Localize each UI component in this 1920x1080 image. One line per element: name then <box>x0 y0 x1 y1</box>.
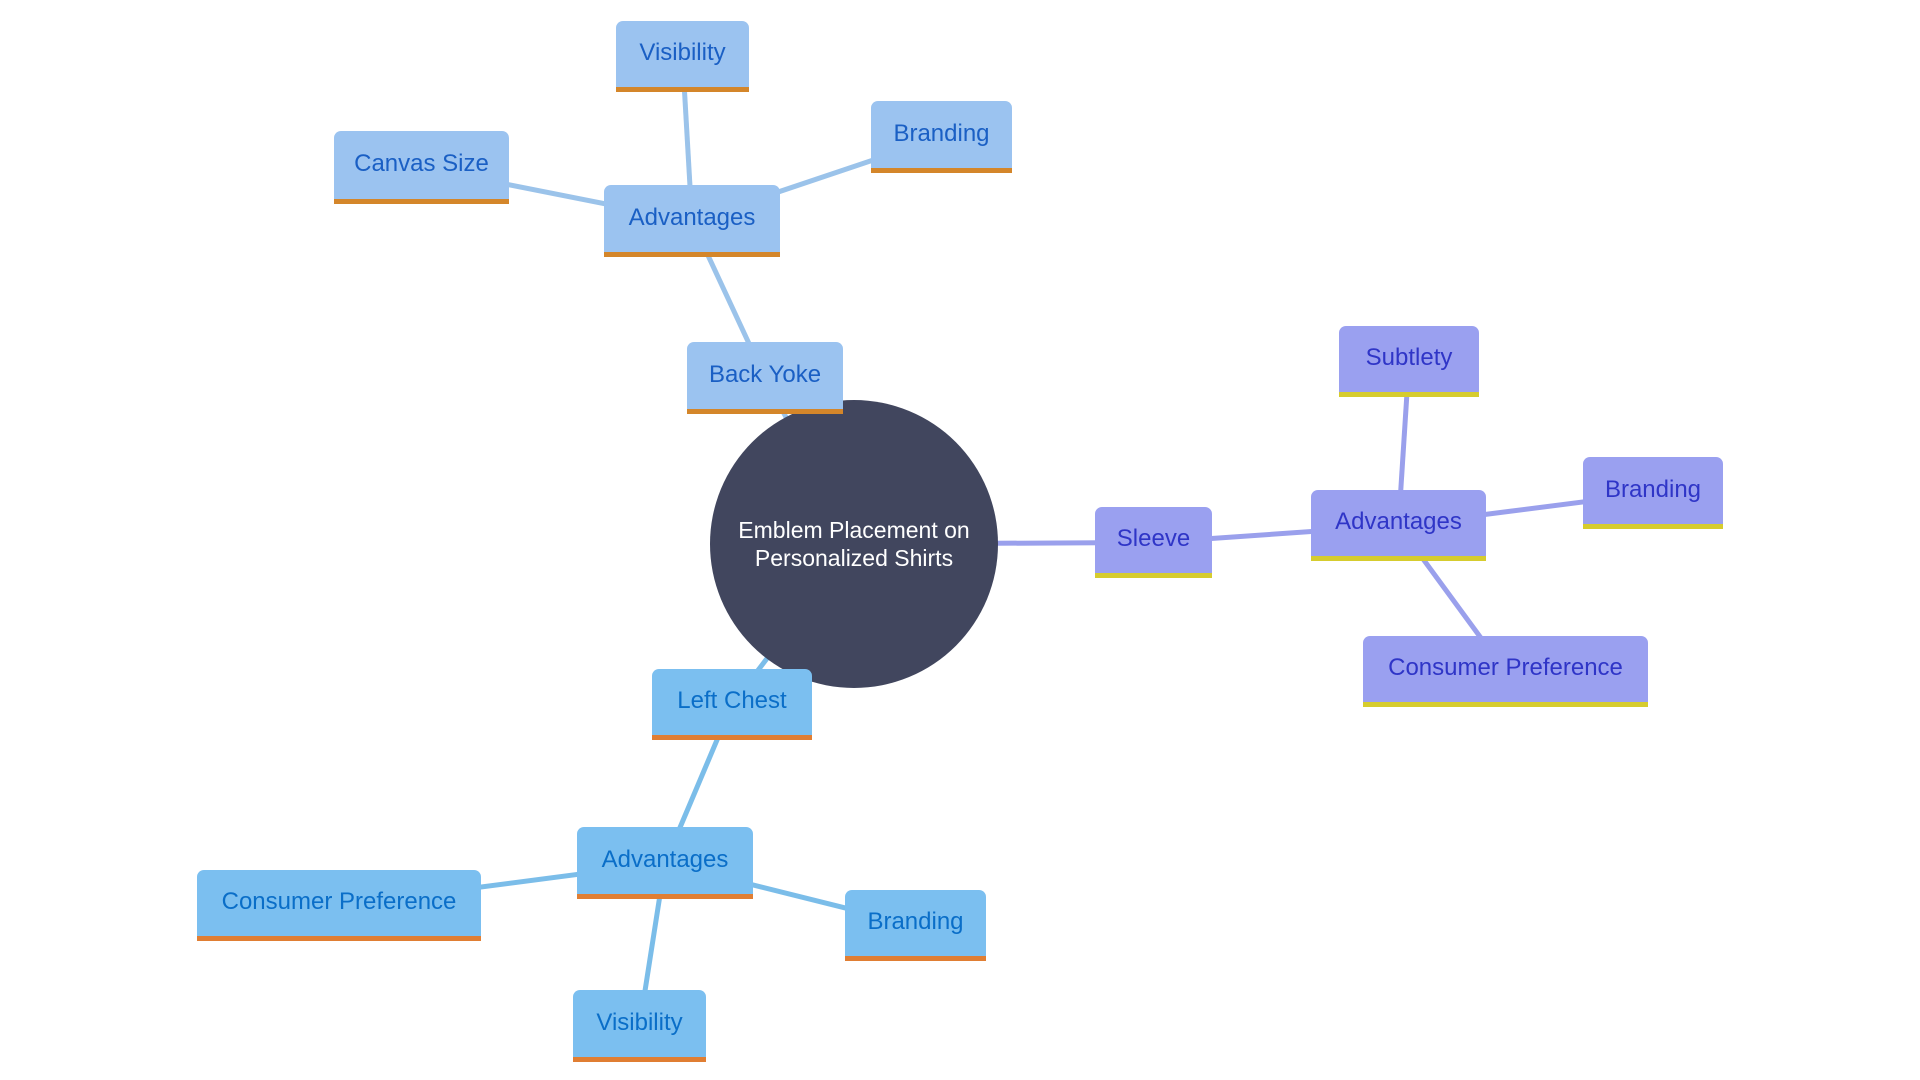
node-label: Advantages <box>628 203 756 231</box>
node-label: Visibility <box>639 39 726 66</box>
node-label: Consumer Preference <box>221 888 457 915</box>
node-left-chest-consumer-preference[interactable]: Consumer Preference <box>197 870 481 941</box>
node-label: Subtlety <box>1365 344 1453 371</box>
node-left-chest-advantages[interactable]: Advantages <box>577 827 753 899</box>
node-back-yoke-visibility[interactable]: Visibility <box>616 21 749 92</box>
root-label: Emblem Placement on Personalized Shirts <box>738 517 970 571</box>
node-left-chest[interactable]: Left Chest <box>652 669 812 740</box>
node-label: Advantages <box>1335 508 1462 535</box>
node-label: Advantages <box>601 845 729 873</box>
node-label: Back Yoke <box>708 360 822 388</box>
node-sleeve-consumer-preference[interactable]: Consumer Preference <box>1363 636 1648 707</box>
node-label: Visibility <box>596 1008 683 1036</box>
node-label: Branding <box>867 908 964 935</box>
node-back-yoke-branding[interactable]: Branding <box>871 101 1012 173</box>
node-label: Canvas Size <box>354 150 489 177</box>
node-back-yoke-advantages[interactable]: Advantages <box>604 185 780 257</box>
node-left-chest-branding[interactable]: Branding <box>845 890 986 961</box>
node-label: Branding <box>893 119 990 147</box>
node-sleeve-branding[interactable]: Branding <box>1583 457 1723 529</box>
node-label: Left Chest <box>677 687 787 714</box>
node-sleeve-subtlety[interactable]: Subtlety <box>1339 326 1479 397</box>
node-label: Consumer Preference <box>1388 654 1623 681</box>
node-label: Sleeve <box>1116 525 1191 552</box>
node-label: Branding <box>1604 475 1702 503</box>
node-back-yoke[interactable]: Back Yoke <box>687 342 843 414</box>
node-sleeve-advantages[interactable]: Advantages <box>1311 490 1486 561</box>
node-back-yoke-canvas-size[interactable]: Canvas Size <box>334 131 509 204</box>
node-sleeve[interactable]: Sleeve <box>1095 507 1212 578</box>
root-node[interactable]: Emblem Placement on Personalized Shirts <box>710 400 998 688</box>
node-left-chest-visibility[interactable]: Visibility <box>573 990 706 1062</box>
